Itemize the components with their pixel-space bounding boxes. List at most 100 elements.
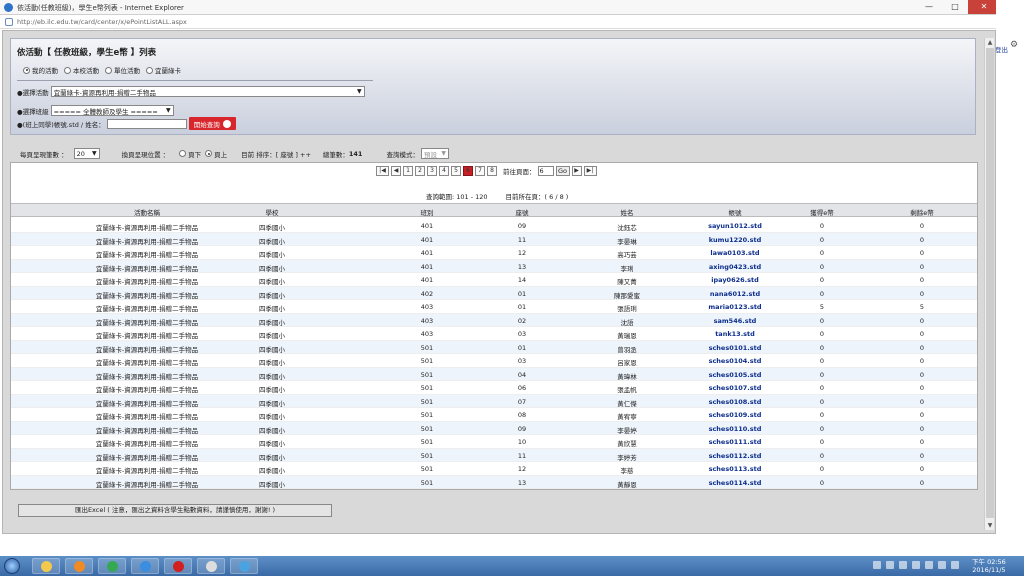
start-button[interactable] <box>4 558 20 574</box>
class-cell: 403 <box>420 316 434 325</box>
scroll-up-icon[interactable]: ▲ <box>985 38 995 47</box>
account-link[interactable]: sches0105.std <box>682 371 788 379</box>
account-link[interactable]: sches0113.std <box>682 465 788 473</box>
class-cell: 402 <box>420 289 434 298</box>
account-link[interactable]: sches0112.std <box>682 452 788 460</box>
tray-volume-icon[interactable] <box>899 561 907 569</box>
account-link[interactable]: sches0114.std <box>682 479 788 487</box>
tray-flag-icon[interactable] <box>873 561 881 569</box>
export-excel-button[interactable]: 匯出Excel ( 注意，匯出之資料含學生點數資料，請謹慎使用，謝謝! ) <box>18 504 332 517</box>
account-link[interactable]: lawa0103.std <box>682 249 788 257</box>
class-cell: 401 <box>420 235 434 244</box>
account-link[interactable]: tank13.std <box>682 330 788 338</box>
account-link[interactable]: nana6012.std <box>682 290 788 298</box>
page-button-5[interactable]: 5 <box>451 166 461 176</box>
query-button[interactable]: 開始查詢 <box>188 117 236 130</box>
query-range: 查詢範圍: 101 - 120 <box>426 193 488 201</box>
vertical-scrollbar[interactable]: ▲ ▼ <box>984 38 994 530</box>
name-cell: 曾羽丞 <box>617 345 637 354</box>
class-select[interactable]: ===== 全體教師及學生 ===== ▼ <box>50 105 174 116</box>
tray-ime-icon[interactable] <box>912 561 920 569</box>
remaining-cell: 0 <box>919 222 925 230</box>
tray-action-icon[interactable] <box>925 561 933 569</box>
scrollbar-thumb[interactable] <box>986 48 994 518</box>
taskbar-app-app[interactable] <box>230 558 258 574</box>
class-cell: 403 <box>420 330 434 338</box>
address-bar[interactable]: http://eb.ilc.edu.tw/card/center/x/ePoin… <box>0 15 1000 29</box>
scroll-down-icon[interactable]: ▼ <box>985 521 995 530</box>
range-info: 查詢範圍: 101 - 120 目前所在頁：( 6 / 8 ) <box>426 191 568 201</box>
minimize-button[interactable]: — <box>916 0 942 14</box>
account-link[interactable]: kumu1220.std <box>682 236 788 244</box>
activity-select[interactable]: 宜蘭綠卡-資源再利用-捐贈二手物品 ▼ <box>50 86 365 97</box>
name-cell: 張語琍 <box>617 305 637 313</box>
remaining-cell: 0 <box>919 316 925 325</box>
gear-icon[interactable]: ⚙ <box>1010 40 1018 50</box>
tray-network-icon[interactable] <box>886 561 894 569</box>
account-link[interactable]: sam546.std <box>682 317 788 325</box>
system-tray <box>873 561 959 569</box>
taskbar-app-media-player[interactable] <box>65 558 93 574</box>
radio-school-activity[interactable]: 本校活動 <box>64 65 99 75</box>
account-link[interactable]: maria0123.std <box>682 303 788 311</box>
account-link[interactable]: sayun1012.std <box>682 222 788 230</box>
account-link[interactable]: sches0110.std <box>682 425 788 433</box>
tray-keyboard-icon[interactable] <box>951 561 959 569</box>
first-page-button[interactable]: |◀ <box>376 166 389 176</box>
next-page-button[interactable]: ▶ <box>571 166 582 176</box>
header-col-school: 學校 <box>265 209 279 217</box>
remaining-cell: 0 <box>919 478 925 487</box>
student-input[interactable] <box>106 118 187 129</box>
radio-green-card[interactable]: 宜蘭綠卡 <box>146 65 181 75</box>
account-link[interactable]: axing0423.std <box>682 263 788 271</box>
taskbar-app-ie[interactable] <box>131 558 159 574</box>
page-button-8[interactable]: 8 <box>487 166 497 176</box>
logout-link[interactable]: 登出 <box>995 44 1008 54</box>
page-button-4[interactable]: 4 <box>439 166 449 176</box>
account-link[interactable]: sches0111.std <box>682 438 788 446</box>
page-button-3[interactable]: 3 <box>427 166 437 176</box>
header-col-earned: 獲得e幣 <box>810 209 834 217</box>
account-link[interactable]: sches0107.std <box>682 384 788 392</box>
seat-cell: 03 <box>517 330 527 338</box>
list-options-toolbar: 每頁呈現筆數 ： 20 ▼ 換頁呈現位置 ： 頁下 頁上 目前 排序：[ 座號 ]… <box>20 148 449 159</box>
last-page-button[interactable]: ▶| <box>583 166 597 176</box>
prev-page-button[interactable]: ◀ <box>391 166 401 176</box>
maximize-button[interactable]: □ <box>942 0 968 14</box>
radio-pager-bottom[interactable]: 頁下 <box>179 149 201 159</box>
school-cell: 四季國小 <box>259 359 285 367</box>
goto-label: 前往頁面： <box>503 168 536 176</box>
address-url[interactable]: http://eb.ilc.edu.tw/card/center/x/ePoin… <box>17 18 187 26</box>
taskbar-app-tool[interactable] <box>197 558 225 574</box>
remaining-cell: 0 <box>919 343 925 352</box>
per-page-select[interactable]: 20 ▼ <box>73 148 100 159</box>
chevron-down-icon: ▼ <box>166 107 171 114</box>
account-link[interactable]: sches0101.std <box>682 344 788 352</box>
taskbar-app-explorer[interactable] <box>32 558 60 574</box>
radio-my-activity[interactable]: 我的活動 <box>23 65 58 75</box>
query-mode-select[interactable]: 預設 ▼ <box>420 148 449 159</box>
taskbar: 下午 02:56 2016/11/5 <box>0 556 1024 576</box>
taskbar-app-chrome[interactable] <box>98 558 126 574</box>
page-button-2[interactable]: 2 <box>415 166 425 176</box>
name-cell: 李晏婷 <box>617 426 637 435</box>
go-button[interactable]: Go <box>555 166 570 176</box>
tray-settings-icon[interactable] <box>938 561 946 569</box>
class-cell: 501 <box>420 465 434 473</box>
page-button-1[interactable]: 1 <box>403 166 413 176</box>
pagination: |◀ ◀ 1 2 3 4 5 6 7 8 前往頁面： 6 Go ▶ ▶| <box>376 166 597 176</box>
taskbar-app-opera[interactable] <box>164 558 192 574</box>
radio-unit-activity[interactable]: 單位活動 <box>105 65 140 75</box>
window-title: 依活動(任教班級)，學生e幣列表 - Internet Explorer <box>17 4 184 12</box>
table-row: 宜蘭綠卡-資源再利用-捐贈二手物品 四季國小 401 11 李晏琳 kumu1220.st… <box>11 232 977 246</box>
account-link[interactable]: sches0104.std <box>682 357 788 365</box>
page-button-current[interactable]: 6 <box>463 166 473 176</box>
page-button-7[interactable]: 7 <box>475 166 485 176</box>
name-cell: 李慈 <box>620 467 634 475</box>
account-link[interactable]: sches0108.std <box>682 398 788 406</box>
goto-page-input[interactable]: 6 <box>537 166 554 176</box>
account-link[interactable]: sches0109.std <box>682 411 788 419</box>
radio-pager-top[interactable]: 頁上 <box>205 149 227 159</box>
clock[interactable]: 下午 02:56 2016/11/5 <box>972 558 1006 574</box>
account-link[interactable]: ipay0626.std <box>682 276 788 284</box>
